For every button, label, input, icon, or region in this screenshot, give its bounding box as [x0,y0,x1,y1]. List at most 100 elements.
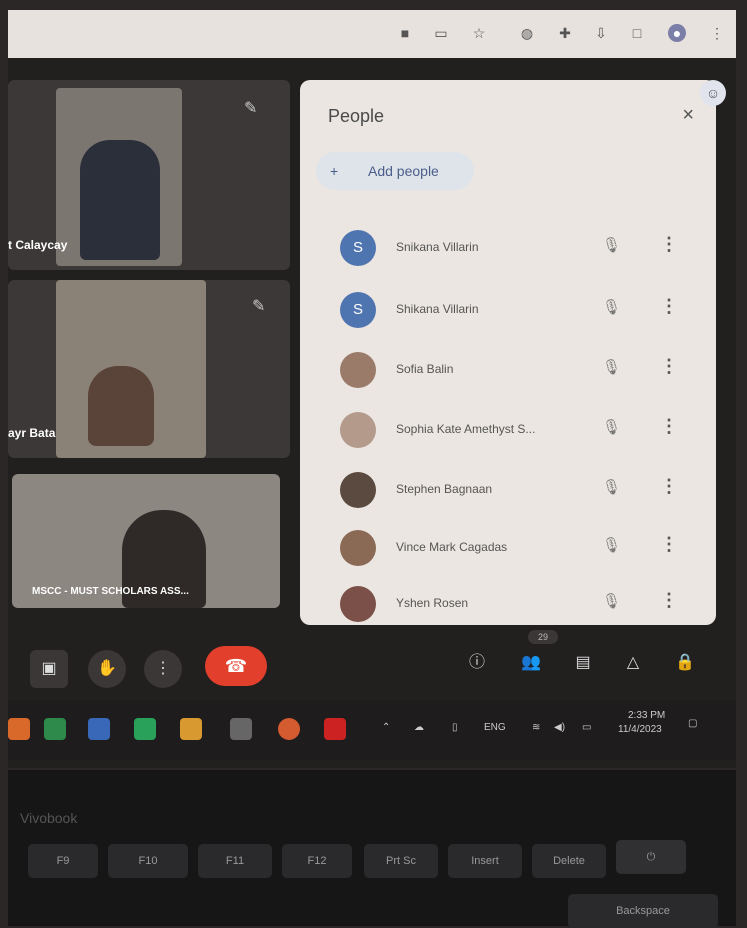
mic-off-icon: 🎙 [602,479,622,496]
extension-icon[interactable]: ◍ [518,24,536,42]
cloud-icon[interactable]: ☁ [414,722,424,733]
clock-date[interactable]: 11/4/2023 [618,724,662,735]
app-icon[interactable] [8,718,30,740]
key: F12 [282,844,352,878]
info-icon[interactable]: ⓘ [458,644,496,682]
more-options-icon[interactable]: ⋮ [144,650,182,688]
notification-icon[interactable]: ▢ [688,718,697,729]
video-tile[interactable]: ayr Bata ✎ [8,280,290,458]
video-tile[interactable]: MSCC - MUST SCHOLARS ASS... [12,474,280,608]
keyboard-brand: Vivobook [20,810,78,826]
avatar [340,472,376,508]
panel-title: People [328,106,385,126]
mic-off-icon: 🎙 [602,419,622,436]
participant-row[interactable]: Yshen Rosen 🎙 ⋮ [340,582,700,628]
add-person-icon: + [330,163,339,179]
raise-hand-icon[interactable]: ✋ [88,650,126,688]
participant-name: Sophia Kate Amethyst S... [396,422,536,436]
clock-time[interactable]: 2:33 PM [628,710,665,721]
more-options-icon[interactable]: ⋮ [660,416,678,437]
participant-name: Sofia Balin [396,362,454,376]
battery-icon[interactable]: ▭ [582,722,591,733]
key: F10 [108,844,188,878]
participant-row[interactable]: Vince Mark Cagadas 🎙 ⋮ [340,526,700,572]
participant-name: Yshen Rosen [396,596,469,610]
menu-dots-icon[interactable]: ⋮ [708,24,726,42]
pin-icon[interactable]: ✎ [252,296,265,316]
video-tile[interactable]: t Calaycay ✎ [8,80,290,270]
mic-off-icon: 🎙 [602,237,622,254]
activities-icon[interactable]: △ [614,644,652,682]
end-call-button[interactable]: ☎ [205,646,267,686]
tile-name: ayr Bata [8,426,56,440]
mic-tray-icon[interactable]: ▯ [452,722,458,733]
app-icon[interactable] [180,718,202,740]
mic-off-icon: 🎙 [602,537,622,554]
app-icon[interactable] [324,718,346,740]
participant-row[interactable]: Stephen Bagnaan 🎙 ⋮ [340,468,700,514]
key: F11 [198,844,272,878]
camera-icon[interactable]: ■ [396,24,414,42]
participant-name: Vince Mark Cagadas [396,540,508,554]
volume-icon[interactable]: ◀) [554,722,565,733]
avatar [340,412,376,448]
pin-icon[interactable]: ✎ [244,98,257,118]
avatar [340,530,376,566]
tile-name: t Calaycay [8,238,68,252]
app-icon[interactable] [230,718,252,740]
participant-row[interactable]: S Shikana Villarin 🎙 ⋮ [340,288,700,334]
participant-count-badge: 29 [528,630,558,644]
download-icon[interactable]: ⇩ [592,24,610,42]
key: Prt Sc [364,844,438,878]
close-icon[interactable]: × [682,104,694,127]
participant-row[interactable]: S Snikana Villarin 🎙 ⋮ [340,226,700,272]
add-people-label: Add people [368,163,439,179]
participant-name: Snikana Villarin [396,240,479,254]
participant-name: Stephen Bagnaan [396,482,493,496]
tile-name: MSCC - MUST SCHOLARS ASS... [32,586,189,597]
avatar [340,586,376,622]
participant-row[interactable]: Sofia Balin 🎙 ⋮ [340,348,700,394]
more-options-icon[interactable]: ⋮ [660,534,678,555]
key: F9 [28,844,98,878]
more-options-icon[interactable]: ⋮ [660,296,678,317]
chrome-icon[interactable] [278,718,300,740]
more-options-icon[interactable]: ⋮ [660,356,678,377]
profile-icon[interactable]: ● [668,24,686,42]
participant-figure [80,140,160,260]
avatar [340,352,376,388]
more-options-icon[interactable]: ⋮ [660,590,678,611]
mic-off-icon: 🎙 [602,593,622,610]
add-people-button[interactable]: + Add people [316,152,474,190]
key: Delete [532,844,606,878]
people-panel: People × + Add people S Snikana Villarin… [300,80,716,625]
browser-toolbar: ■ ▭ ☆ ◍ ✚ ⇩ □ ● ⋮ [8,10,736,58]
avatar: S [340,230,376,266]
more-options-icon[interactable]: ⋮ [660,234,678,255]
app-icon[interactable] [134,718,156,740]
mic-off-icon: 🎙 [602,299,622,316]
chat-bubble-icon[interactable]: ☺ [700,80,726,106]
participant-name: Shikana Villarin [396,302,479,316]
cast-icon[interactable]: ▭ [432,24,450,42]
taskbar: ⌃ ☁ ▯ ENG ≋ ◀) ▭ 2:33 PM 11/4/2023 ▢ [8,700,736,760]
participant-row[interactable]: Sophia Kate Amethyst S... 🎙 ⋮ [340,408,700,454]
star-icon[interactable]: ☆ [470,24,488,42]
meeting-controls: ▣ ✋ ⋮ ☎ ⓘ 👥 ▤ △ 🔒 [8,640,736,690]
app-icon[interactable] [88,718,110,740]
tray-chevron-icon[interactable]: ⌃ [382,722,390,733]
more-options-icon[interactable]: ⋮ [660,476,678,497]
wifi-icon[interactable]: ≋ [532,722,540,733]
power-key: ⏻ [616,840,686,874]
key: Backspace [568,894,718,928]
participant-figure [88,366,154,446]
language-indicator[interactable]: ENG [484,722,506,733]
chat-icon[interactable]: ▤ [564,644,602,682]
people-icon[interactable]: 👥 [512,644,550,682]
split-view-icon[interactable]: □ [628,24,646,42]
present-icon[interactable]: ▣ [30,650,68,688]
app-icon[interactable] [44,718,66,740]
host-controls-icon[interactable]: 🔒 [666,644,704,682]
puzzle-icon[interactable]: ✚ [556,24,574,42]
avatar: S [340,292,376,328]
